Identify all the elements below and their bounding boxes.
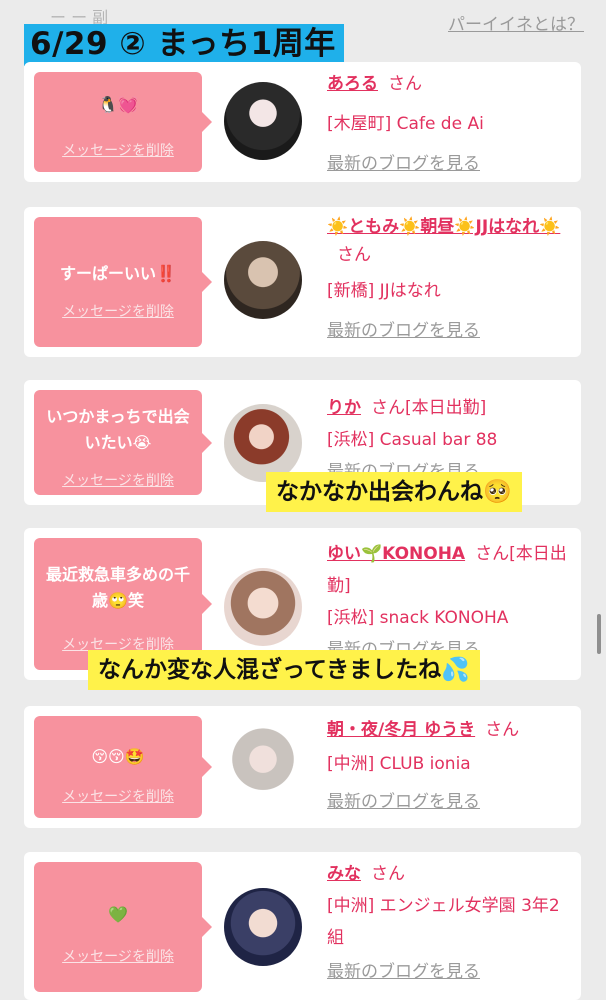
profile-info: ゆい🌱KONOHAさん[本日出勤] [浜松] snack KONOHA 最新のブ… bbox=[327, 538, 569, 666]
profile-info: みな さん [中洲] エンジェル女学園 3年2組 最新のブログを見る bbox=[327, 858, 569, 988]
avatar[interactable] bbox=[224, 82, 302, 160]
overlay-caption: なかなか出会わんね🥺 bbox=[266, 472, 522, 512]
message-text: いつかまっちで出会いたい😭 bbox=[46, 407, 190, 452]
avatar[interactable] bbox=[224, 241, 302, 319]
shop-name: [中洲] エンジェル女学園 3年2組 bbox=[327, 896, 560, 948]
avatar[interactable] bbox=[224, 404, 302, 482]
avatar[interactable] bbox=[224, 888, 302, 966]
profile-name[interactable]: りか bbox=[327, 398, 361, 418]
message-bubble: 🐧💓 メッセージを削除 bbox=[34, 72, 212, 172]
honorific: さん bbox=[337, 245, 371, 265]
profile-name[interactable]: あろる bbox=[327, 74, 378, 94]
delete-message-link[interactable]: メッセージを削除 bbox=[34, 470, 202, 490]
scrollbar[interactable] bbox=[597, 614, 601, 654]
latest-blog-link[interactable]: 最新のブログを見る bbox=[327, 956, 569, 988]
honorific: さん bbox=[371, 398, 405, 418]
profile-name[interactable]: ☀️ともみ☀️朝昼☀️JJはなれ☀️ bbox=[327, 217, 560, 237]
message-text: 💚 bbox=[108, 905, 128, 924]
message-card: 💚 メッセージを削除 みな さん [中洲] エンジェル女学園 3年2組 最新のブロ… bbox=[24, 852, 581, 1000]
honorific: さん bbox=[475, 544, 510, 564]
message-card: 😚😚🤩 メッセージを削除 朝・夜/冬月 ゆうき さん [中洲] CLUB ioni… bbox=[24, 706, 581, 828]
profile-info: 朝・夜/冬月 ゆうき さん [中洲] CLUB ionia 最新のブログを見る bbox=[327, 714, 569, 818]
shop-name: [木屋町] Cafe de Ai bbox=[327, 114, 484, 134]
delete-message-link[interactable]: メッセージを削除 bbox=[34, 301, 202, 321]
shop-name: [新橋] JJはなれ bbox=[327, 281, 441, 301]
delete-message-link[interactable]: メッセージを削除 bbox=[34, 786, 202, 806]
message-text: すーぱーいい‼️ bbox=[60, 264, 176, 283]
profile-name[interactable]: 朝・夜/冬月 ゆうき bbox=[327, 720, 475, 740]
latest-blog-link[interactable]: 最新のブログを見る bbox=[327, 315, 569, 347]
message-bubble: すーぱーいい‼️ メッセージを削除 bbox=[34, 217, 212, 347]
profile-info: あろる さん [木屋町] Cafe de Ai 最新のブログを見る bbox=[327, 68, 569, 180]
message-text: 😚😚🤩 bbox=[91, 747, 145, 766]
message-text: 最近救急車多めの千歳🙄笑 bbox=[45, 565, 190, 610]
profile-name[interactable]: ゆい🌱KONOHA bbox=[327, 544, 465, 564]
about-link[interactable]: パーイイネとは？ bbox=[448, 10, 584, 35]
message-card: すーぱーいい‼️ メッセージを削除 ☀️ともみ☀️朝昼☀️JJはなれ☀️ さん [… bbox=[24, 207, 581, 357]
honorific: さん bbox=[371, 864, 405, 884]
message-text: 🐧💓 bbox=[98, 95, 138, 114]
avatar[interactable] bbox=[224, 568, 302, 646]
latest-blog-link[interactable]: 最新のブログを見る bbox=[327, 148, 569, 180]
delete-message-link[interactable]: メッセージを削除 bbox=[34, 140, 202, 160]
profile-info: ☀️ともみ☀️朝昼☀️JJはなれ☀️ さん [新橋] JJはなれ 最新のブログを見… bbox=[327, 213, 569, 347]
delete-message-link[interactable]: メッセージを削除 bbox=[34, 946, 202, 966]
message-bubble: 💚 メッセージを削除 bbox=[34, 862, 212, 992]
message-bubble: 😚😚🤩 メッセージを削除 bbox=[34, 716, 212, 818]
top-bar: ー ー 副 パーイイネとは？ 6/29 ② まっち1周年 bbox=[0, 0, 606, 66]
attendance-note: [本日出勤] bbox=[405, 398, 487, 418]
message-card: 🐧💓 メッセージを削除 あろる さん [木屋町] Cafe de Ai 最新のブロ… bbox=[24, 62, 581, 182]
latest-blog-link[interactable]: 最新のブログを見る bbox=[327, 786, 569, 818]
shop-name: [中洲] CLUB ionia bbox=[327, 754, 471, 774]
message-bubble: いつかまっちで出会いたい😭 メッセージを削除 bbox=[34, 390, 212, 495]
shop-name: [浜松] Casual bar 88 bbox=[327, 430, 498, 450]
profile-name[interactable]: みな bbox=[327, 864, 361, 884]
shop-name: [浜松] snack KONOHA bbox=[327, 608, 509, 628]
honorific: さん bbox=[388, 74, 422, 94]
avatar[interactable] bbox=[224, 728, 302, 806]
overlay-caption: なんか変な人混ざってきましたね💦 bbox=[88, 650, 480, 690]
honorific: さん bbox=[485, 720, 520, 740]
title-banner: 6/29 ② まっち1周年 bbox=[24, 24, 344, 66]
